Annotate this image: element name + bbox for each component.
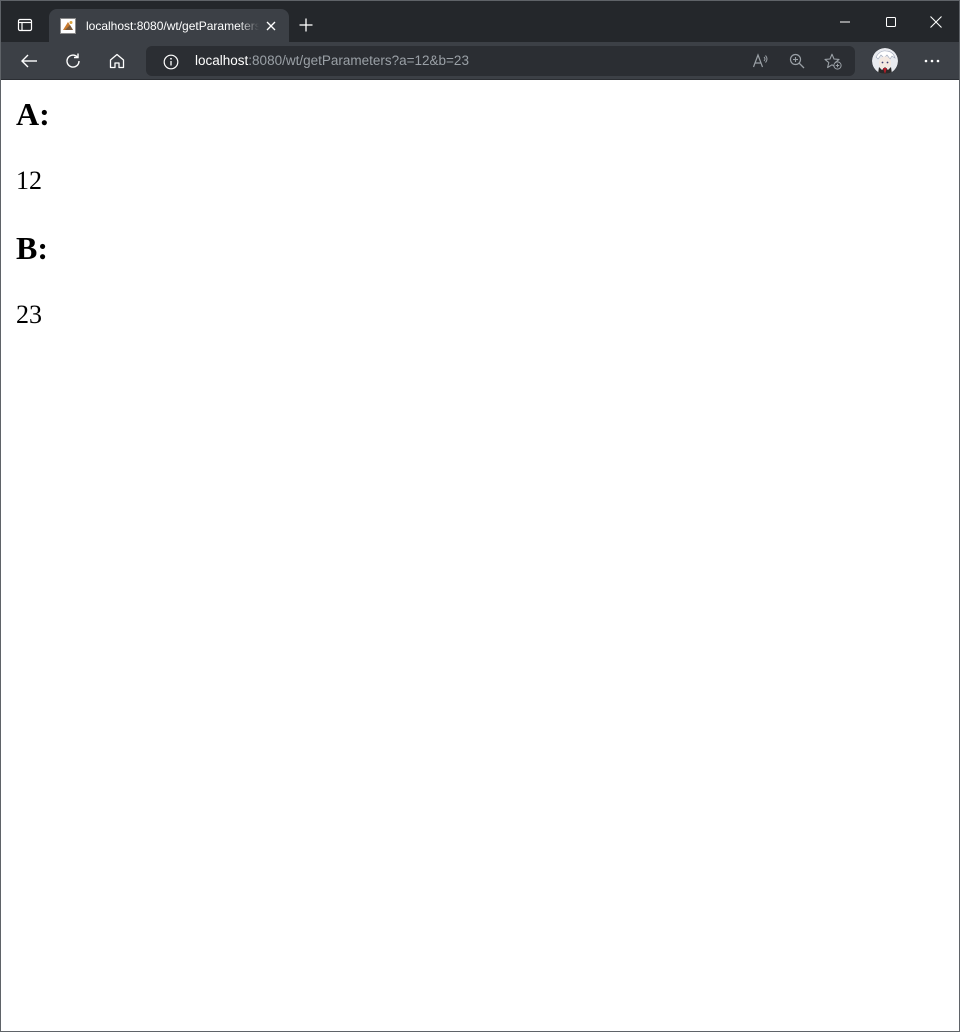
favicon-icon bbox=[60, 18, 76, 34]
value-b: 23 bbox=[16, 300, 42, 329]
close-tab-icon[interactable] bbox=[262, 17, 280, 35]
url-path: :8080/wt/getParameters?a=12&b=23 bbox=[248, 53, 469, 68]
url-text[interactable]: localhost:8080/wt/getParameters?a=12&b=2… bbox=[195, 52, 469, 70]
maximize-icon[interactable] bbox=[868, 1, 914, 42]
close-window-icon[interactable] bbox=[913, 1, 959, 42]
home-icon[interactable] bbox=[102, 47, 132, 75]
active-tab[interactable]: localhost:8080/wt/getParameters bbox=[49, 9, 289, 42]
page-content: A: 12 B: 23 bbox=[1, 81, 959, 1031]
minimize-icon[interactable] bbox=[822, 1, 868, 42]
zoom-in-icon[interactable] bbox=[786, 51, 808, 71]
profile-avatar[interactable] bbox=[872, 48, 898, 74]
new-tab-icon[interactable] bbox=[293, 12, 319, 38]
browser-toolbar: localhost:8080/wt/getParameters?a=12&b=2… bbox=[1, 42, 959, 80]
add-favorite-icon[interactable] bbox=[822, 51, 844, 71]
tab-actions-icon[interactable] bbox=[11, 11, 39, 39]
back-arrow-icon[interactable] bbox=[14, 47, 44, 75]
reload-icon[interactable] bbox=[58, 47, 88, 75]
heading-a: A: bbox=[16, 96, 50, 132]
more-icon[interactable] bbox=[919, 47, 945, 75]
info-icon[interactable] bbox=[162, 53, 179, 70]
url-host: localhost bbox=[195, 53, 249, 68]
browser-window: localhost:8080/wt/getParameters localhos… bbox=[0, 0, 960, 1032]
heading-b: B: bbox=[16, 230, 48, 266]
tab-title: localhost:8080/wt/getParameters bbox=[86, 19, 259, 33]
value-a: 12 bbox=[16, 166, 42, 195]
read-aloud-icon[interactable] bbox=[750, 51, 772, 71]
tab-strip: localhost:8080/wt/getParameters bbox=[1, 1, 959, 42]
address-bar[interactable]: localhost:8080/wt/getParameters?a=12&b=2… bbox=[146, 46, 855, 76]
